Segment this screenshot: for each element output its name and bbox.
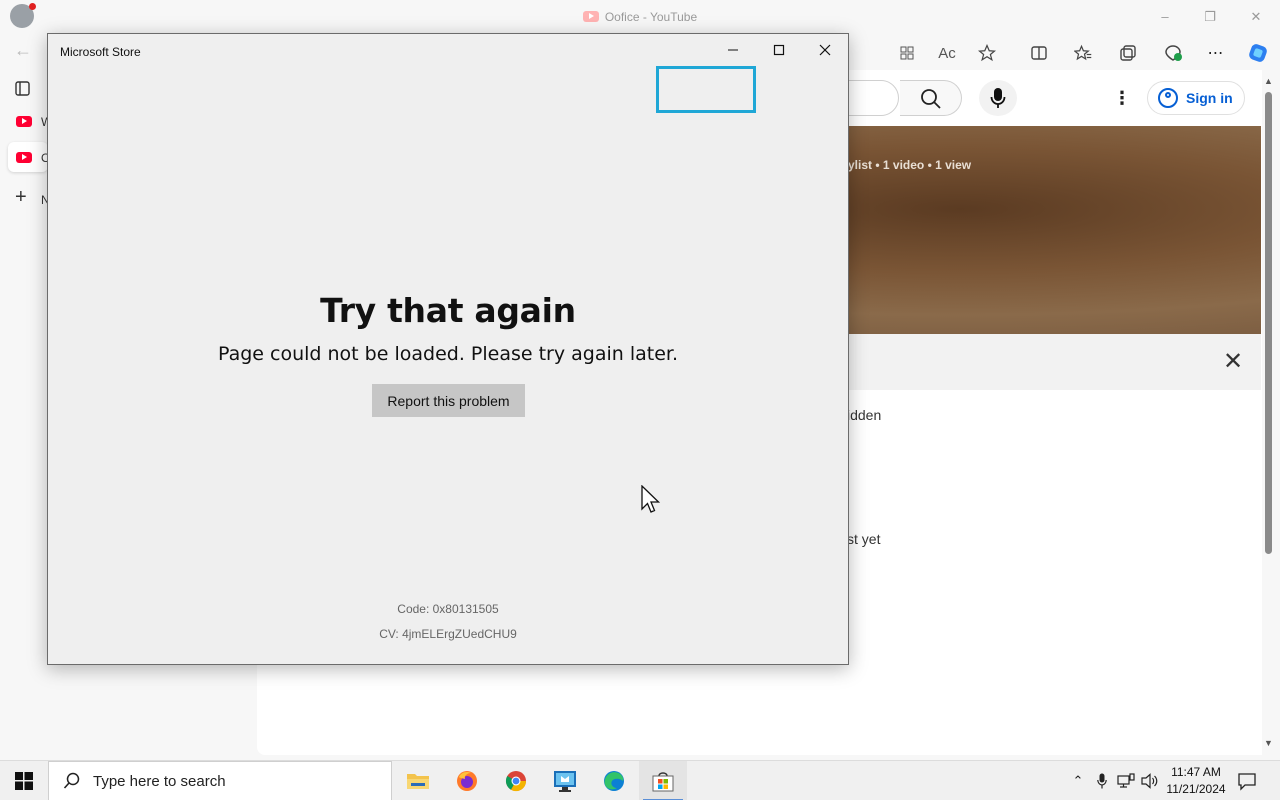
youtube-icon xyxy=(16,116,32,127)
start-button[interactable] xyxy=(0,761,48,800)
show-hidden-icons-chevron-icon[interactable]: ⌃ xyxy=(1068,771,1088,791)
error-title: Try that again xyxy=(320,291,576,330)
favorite-star-icon[interactable] xyxy=(974,40,1000,66)
sign-in-button[interactable]: Sign in xyxy=(1147,81,1245,115)
correlation-vector: CV: 4jmELErgZUedCHU9 xyxy=(379,627,517,641)
browser-tab-title-text: Oofice - YouTube xyxy=(604,10,698,24)
edge-icon xyxy=(604,771,624,791)
firefox-icon xyxy=(457,771,477,791)
browser-close-button[interactable]: ✕ xyxy=(1241,6,1271,28)
remote-desktop-app[interactable] xyxy=(541,761,589,800)
clock-time: 11:47 AM xyxy=(1171,765,1221,779)
store-minimize-button[interactable] xyxy=(713,38,753,62)
notification-center-icon[interactable] xyxy=(1237,771,1257,791)
store-maximize-button[interactable] xyxy=(759,38,799,62)
clock-date: 11/21/2024 xyxy=(1166,782,1226,796)
sidebar-tab-1[interactable]: W xyxy=(8,106,52,136)
error-message: Page could not be loaded. Please try aga… xyxy=(217,343,679,365)
taskbar-search-placeholder: Type here to search xyxy=(93,772,226,790)
chrome-app[interactable] xyxy=(492,761,540,800)
split-screen-icon[interactable] xyxy=(1026,40,1052,66)
scroll-down-icon[interactable]: ▼ xyxy=(1264,738,1273,748)
taskbar-search-box[interactable]: Type here to search xyxy=(48,761,392,800)
youtube-search-button[interactable] xyxy=(900,80,962,116)
voice-search-button[interactable] xyxy=(979,80,1017,116)
panel-text-hidden: idden xyxy=(847,407,882,423)
user-icon xyxy=(1158,88,1178,108)
search-icon xyxy=(63,772,80,789)
favorites-icon[interactable] xyxy=(1070,40,1096,66)
firefox-app[interactable] xyxy=(443,761,491,800)
scroll-up-icon[interactable]: ▲ xyxy=(1264,76,1273,86)
maximize-icon xyxy=(773,44,785,56)
volume-icon[interactable] xyxy=(1140,771,1160,791)
windows-logo-icon xyxy=(15,772,33,790)
microsoft-store-app[interactable] xyxy=(639,761,687,800)
copilot-icon[interactable] xyxy=(1245,40,1271,66)
minimize-icon xyxy=(728,49,738,51)
store-window-title: Microsoft Store xyxy=(60,45,141,59)
youtube-settings-menu-icon[interactable]: ⋮ xyxy=(1113,88,1131,108)
playlist-meta: ylist • 1 video • 1 view xyxy=(848,158,972,172)
windows-taskbar: Type here to search ⌃ 11:47 AM 11/21/202… xyxy=(0,760,1280,800)
folder-icon xyxy=(407,774,429,789)
network-icon[interactable] xyxy=(1116,771,1136,791)
new-tab-button[interactable]: + N xyxy=(8,184,50,214)
sign-in-label: Sign in xyxy=(1186,90,1233,106)
plus-icon: + xyxy=(15,186,27,208)
mouse-cursor-icon xyxy=(641,485,661,513)
microphone-tray-icon[interactable] xyxy=(1092,771,1112,791)
browser-restore-button[interactable]: ❐ xyxy=(1195,6,1225,28)
browser-essentials-icon[interactable] xyxy=(1160,40,1186,66)
scrollbar-thumb[interactable] xyxy=(1265,92,1272,554)
close-icon xyxy=(819,44,831,56)
more-options-icon[interactable]: ⋯ xyxy=(1203,40,1229,66)
browser-tab-title: Oofice - YouTube xyxy=(0,10,1280,24)
taskbar-clock[interactable]: 11:47 AM 11/21/2024 xyxy=(1160,764,1232,798)
microsoft-store-window: Microsoft Store Try that again Page coul… xyxy=(47,33,849,665)
youtube-icon xyxy=(582,11,599,22)
edge-app[interactable] xyxy=(590,761,638,800)
search-icon xyxy=(921,89,941,109)
read-aloud-icon[interactable]: Aс xyxy=(934,40,960,66)
error-code: Code: 0x80131505 xyxy=(397,602,499,616)
sidebar-tab-2[interactable]: O xyxy=(8,142,50,172)
browser-title-bar: Oofice - YouTube – ❐ ✕ xyxy=(0,0,1280,34)
chrome-icon xyxy=(505,771,527,792)
microsoft-store-icon xyxy=(652,772,674,792)
apps-icon[interactable] xyxy=(894,40,920,66)
tab-actions-icon[interactable] xyxy=(10,74,50,104)
file-explorer-app[interactable] xyxy=(394,761,442,800)
youtube-icon xyxy=(16,152,32,163)
collections-icon[interactable] xyxy=(1115,40,1141,66)
browser-minimize-button[interactable]: – xyxy=(1150,6,1180,28)
panel-text-empty: st yet xyxy=(847,531,881,547)
store-close-button[interactable] xyxy=(805,38,845,62)
remote-desktop-icon xyxy=(554,771,576,792)
close-icon[interactable]: ✕ xyxy=(1223,350,1243,374)
microphone-icon xyxy=(990,88,1006,108)
focus-highlight xyxy=(656,66,756,113)
report-problem-button[interactable]: Report this problem xyxy=(372,384,525,417)
